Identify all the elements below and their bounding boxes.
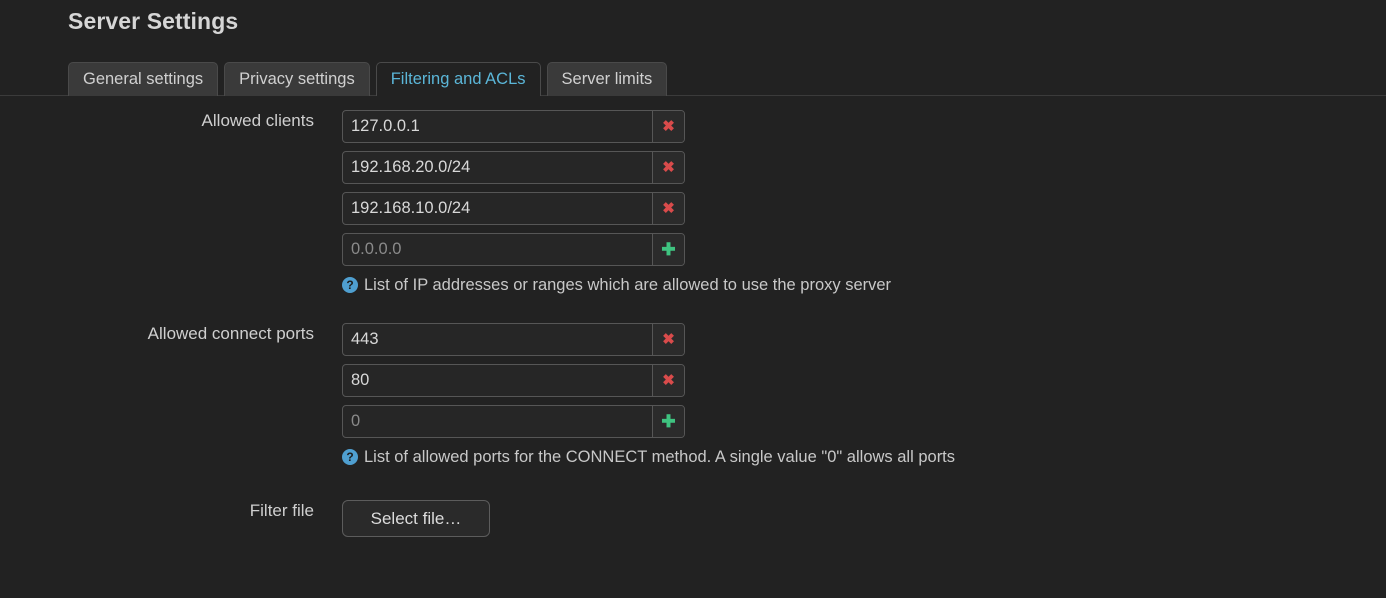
remove-connect-port-button[interactable]: ✖ bbox=[652, 365, 684, 396]
remove-allowed-client-button[interactable]: ✖ bbox=[652, 111, 684, 142]
allowed-connect-ports-new-input[interactable] bbox=[343, 406, 652, 437]
page-title: Server Settings bbox=[68, 8, 239, 34]
field-allowed-clients: Allowed clients ✖ ✖ ✖ ✚ ? List of IP add… bbox=[0, 110, 1386, 296]
allowed-clients-new-entry-row: ✚ bbox=[342, 233, 685, 266]
tab-label: Privacy settings bbox=[239, 70, 355, 88]
allowed-connect-ports-entry-row: ✖ bbox=[342, 364, 685, 397]
allowed-clients-input[interactable] bbox=[343, 152, 652, 183]
tab-filtering-and-acls[interactable]: Filtering and ACLs bbox=[375, 62, 541, 96]
allowed-connect-ports-new-entry-row: ✚ bbox=[342, 405, 685, 438]
allowed-connect-ports-input[interactable] bbox=[343, 365, 652, 396]
tab-label: Filtering and ACLs bbox=[390, 70, 526, 88]
help-question-icon: ? bbox=[342, 277, 358, 293]
tab-label: General settings bbox=[83, 70, 204, 88]
filtering-and-acls-form: Allowed clients ✖ ✖ ✖ ✚ ? List of IP add… bbox=[0, 110, 1386, 537]
field-filter-file: Filter file Select file… bbox=[0, 500, 1386, 537]
allowed-connect-ports-entry-row: ✖ bbox=[342, 323, 685, 356]
help-question-icon: ? bbox=[342, 449, 358, 465]
allowed-clients-entry-row: ✖ bbox=[342, 110, 685, 143]
allowed-clients-control: ✖ ✖ ✖ ✚ ? List of IP addresses or ranges… bbox=[342, 110, 1386, 296]
remove-allowed-client-button[interactable]: ✖ bbox=[652, 152, 684, 183]
allowed-clients-new-input[interactable] bbox=[343, 234, 652, 265]
filter-file-control: Select file… bbox=[342, 500, 1386, 537]
allowed-connect-ports-control: ✖ ✖ ✚ ? List of allowed ports for the CO… bbox=[342, 323, 1386, 468]
field-allowed-connect-ports: Allowed connect ports ✖ ✖ ✚ ? List of al… bbox=[0, 323, 1386, 468]
allowed-clients-input[interactable] bbox=[343, 193, 652, 224]
filter-file-label: Filter file bbox=[249, 501, 314, 520]
allowed-connect-ports-input[interactable] bbox=[343, 324, 652, 355]
allowed-clients-help-text: List of IP addresses or ranges which are… bbox=[364, 276, 892, 294]
allowed-clients-label: Allowed clients bbox=[201, 111, 314, 130]
tab-privacy-settings[interactable]: Privacy settings bbox=[224, 62, 370, 96]
remove-connect-port-button[interactable]: ✖ bbox=[652, 324, 684, 355]
add-allowed-client-button[interactable]: ✚ bbox=[652, 234, 684, 265]
allowed-connect-ports-help-text: List of allowed ports for the CONNECT me… bbox=[364, 448, 956, 466]
add-connect-port-button[interactable]: ✚ bbox=[652, 406, 684, 437]
allowed-clients-entry-row: ✖ bbox=[342, 192, 685, 225]
allowed-clients-input[interactable] bbox=[343, 111, 652, 142]
remove-allowed-client-button[interactable]: ✖ bbox=[652, 193, 684, 224]
tab-server-limits[interactable]: Server limits bbox=[546, 62, 668, 96]
tab-general-settings[interactable]: General settings bbox=[68, 62, 219, 96]
select-file-button[interactable]: Select file… bbox=[342, 500, 490, 537]
tab-label: Server limits bbox=[561, 70, 653, 88]
allowed-clients-help: ? List of IP addresses or ranges which a… bbox=[342, 274, 1386, 296]
settings-tabs: General settings Privacy settings Filter… bbox=[68, 58, 668, 96]
allowed-connect-ports-label: Allowed connect ports bbox=[147, 324, 314, 343]
allowed-clients-entry-row: ✖ bbox=[342, 151, 685, 184]
allowed-connect-ports-help: ? List of allowed ports for the CONNECT … bbox=[342, 446, 1386, 468]
